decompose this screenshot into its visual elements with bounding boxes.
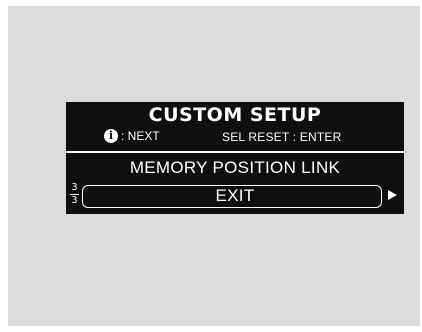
custom-setup-screen: CUSTOM SETUP i : NEXT SEL RESET : ENTER … <box>66 102 404 214</box>
divider <box>66 151 404 153</box>
page-title: CUSTOM SETUP <box>148 104 322 126</box>
reset-hint: SEL RESET : ENTER <box>222 130 342 144</box>
info-icon: i <box>104 129 118 143</box>
right-arrow-icon <box>388 190 397 200</box>
menu-item-exit[interactable]: EXIT <box>66 186 404 206</box>
display-frame: CUSTOM SETUP i : NEXT SEL RESET : ENTER … <box>8 6 420 326</box>
menu-item-memory-position-link[interactable]: MEMORY POSITION LINK <box>66 158 404 178</box>
next-hint: i : NEXT <box>104 129 160 143</box>
next-hint-label: : NEXT <box>121 129 160 143</box>
